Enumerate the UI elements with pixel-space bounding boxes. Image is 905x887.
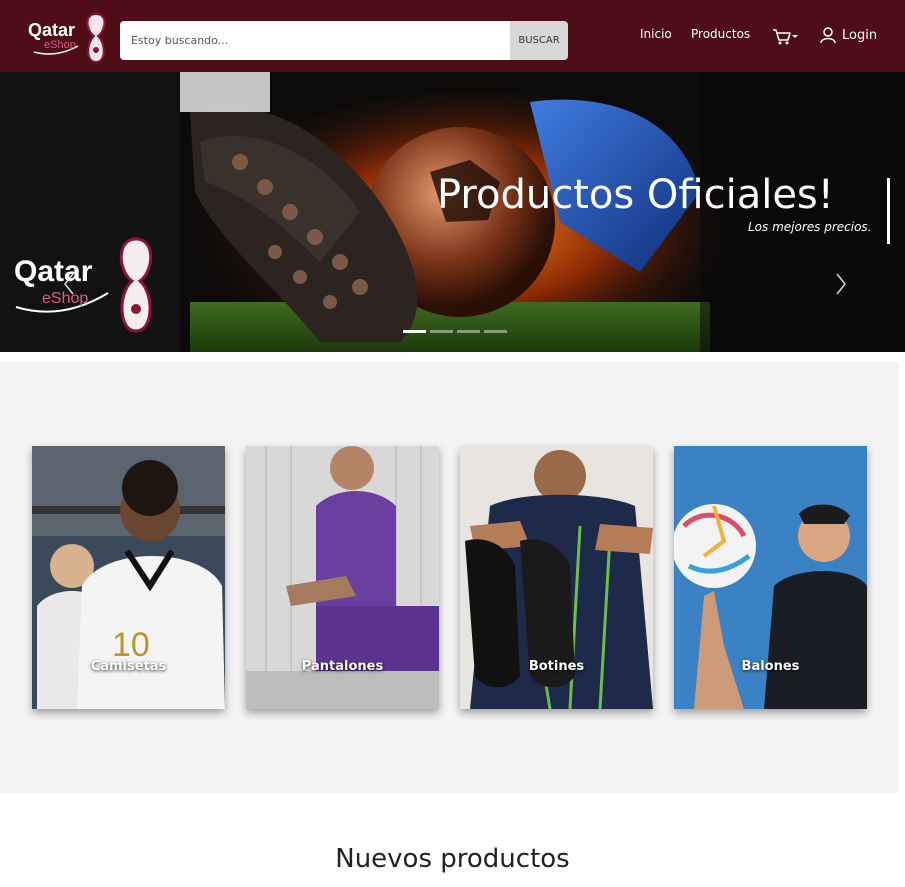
hero-divider [887,178,890,244]
hero-subtitle: Los mejores precios. [748,220,872,234]
login-link[interactable]: Login [820,27,877,44]
categories-section: 10 Camisetas Pantalones Botines Balones [0,362,899,793]
user-icon [820,27,836,44]
nav-link-productos[interactable]: Productos [691,27,750,41]
category-card-botines[interactable]: Botines [460,446,653,709]
hero-logo-sub: eShop [42,290,88,307]
hero-logo: Qatar eShop [12,235,162,339]
new-products-title: Nuevos productos [335,844,570,874]
cart-icon [773,29,798,45]
logo-sub: eShop [44,39,76,51]
search-bar: BUSCAR [120,21,568,60]
chevron-down-icon [792,35,798,38]
category-card-balones[interactable]: Balones [674,446,867,709]
category-card-camisetas[interactable]: 10 Camisetas [32,446,225,709]
brand-logo[interactable]: Qatar eShop [26,10,110,64]
search-input[interactable] [120,21,510,60]
category-label: Botines [528,659,585,674]
carousel-indicator[interactable] [403,330,426,333]
carousel-indicator[interactable] [430,330,453,333]
category-label: Camisetas [90,659,167,674]
logo-text: Qatar [28,20,75,40]
category-label: Pantalones [301,659,384,674]
hero-logo-text: Qatar [14,255,93,288]
hero-title: Productos Oficiales! [437,172,834,218]
carousel-indicator[interactable] [484,330,507,333]
category-label: Balones [741,659,800,674]
cart-dropdown[interactable] [772,28,800,46]
navbar: Qatar eShop BUSCAR Inicio Productos Logi… [0,0,905,72]
hero-carousel: Productos Oficiales! Los mejores precios… [0,72,905,352]
category-card-pantalones[interactable]: Pantalones [246,446,439,709]
nav-link-inicio[interactable]: Inicio [640,27,672,41]
carousel-indicator[interactable] [457,330,480,333]
login-label: Login [842,28,878,43]
carousel-next-icon[interactable] [834,272,848,296]
carousel-indicators [403,330,507,333]
search-button[interactable]: BUSCAR [510,21,568,60]
